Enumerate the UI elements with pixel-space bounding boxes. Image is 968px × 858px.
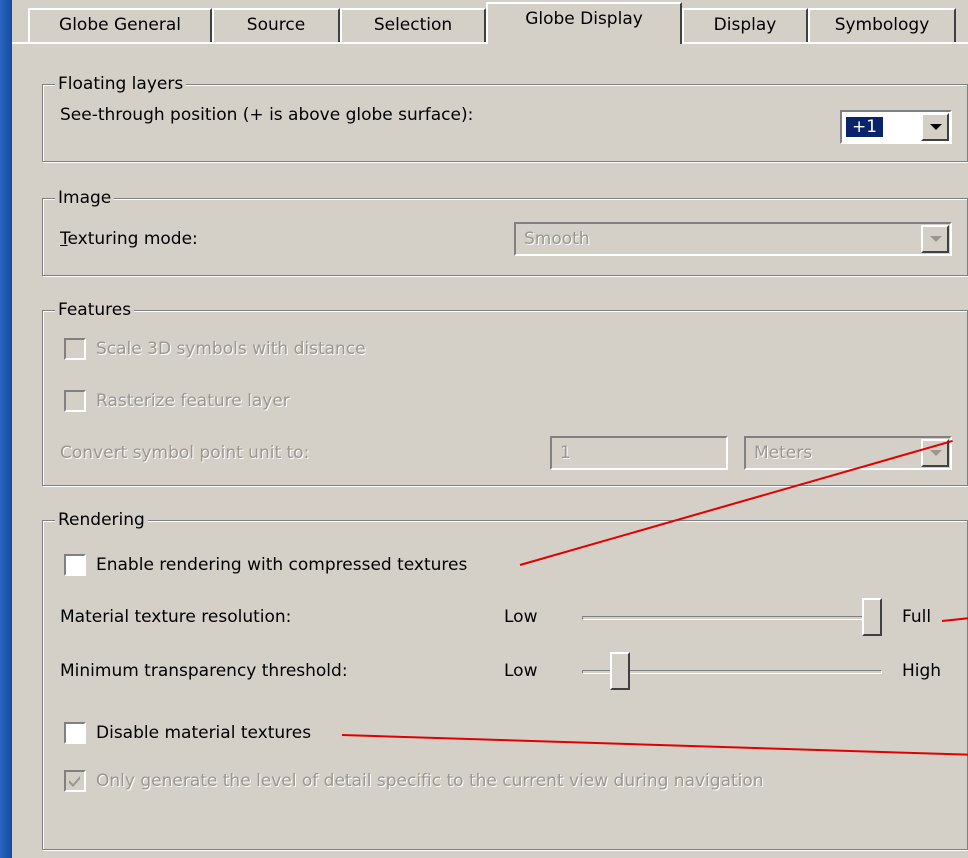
min-transparency-max-label: High bbox=[902, 661, 942, 681]
layer-properties-dialog: Globe General Source Selection Globe Dis… bbox=[12, 0, 968, 858]
compressed-textures-checkbox[interactable] bbox=[64, 554, 86, 576]
tab-selection[interactable]: Selection bbox=[340, 8, 486, 42]
chevron-down-icon bbox=[930, 124, 942, 130]
texturing-mode-value: Smooth bbox=[524, 229, 590, 249]
tab-label: Source bbox=[246, 15, 306, 35]
unit-dropdown[interactable]: Meters bbox=[744, 436, 952, 470]
tab-globe-general[interactable]: Globe General bbox=[28, 8, 212, 42]
compressed-textures-label[interactable]: Enable rendering with compressed texture… bbox=[96, 554, 467, 576]
see-through-value: +1 bbox=[846, 117, 884, 137]
material-resolution-max-label: Full bbox=[902, 607, 932, 627]
texturing-mode-label: Texturing mode: bbox=[60, 229, 198, 249]
image-legend: Image bbox=[55, 187, 115, 209]
unit-value: Meters bbox=[754, 443, 813, 463]
tab-globe-display[interactable]: Globe Display bbox=[486, 2, 682, 44]
tab-symbology[interactable]: Symbology bbox=[808, 8, 956, 42]
scale-3d-checkbox[interactable] bbox=[64, 338, 86, 360]
features-legend: Features bbox=[55, 299, 135, 321]
convert-value-input[interactable]: 1 bbox=[550, 436, 728, 470]
tab-label: Globe Display bbox=[525, 9, 643, 29]
texturing-mode-dropdown[interactable]: Smooth bbox=[514, 222, 952, 256]
convert-unit-label: Convert symbol point unit to: bbox=[60, 443, 310, 463]
rendering-legend: Rendering bbox=[55, 509, 148, 531]
disable-material-textures-checkbox[interactable] bbox=[64, 722, 86, 744]
chevron-down-icon bbox=[930, 236, 942, 242]
tab-label: Selection bbox=[373, 15, 453, 35]
rasterize-checkbox[interactable] bbox=[64, 390, 86, 412]
disable-material-textures-label[interactable]: Disable material textures bbox=[96, 722, 311, 744]
min-transparency-min-label: Low bbox=[504, 661, 538, 681]
material-resolution-label: Material texture resolution: bbox=[60, 607, 292, 627]
see-through-label: See-through position (+ is above globe s… bbox=[60, 105, 474, 125]
tab-label: Symbology bbox=[834, 15, 930, 35]
min-transparency-slider-thumb[interactable] bbox=[610, 652, 630, 690]
tab-display[interactable]: Display bbox=[682, 8, 808, 42]
see-through-dropdown[interactable]: +1 bbox=[840, 110, 952, 144]
tab-label: Display bbox=[713, 15, 777, 35]
see-through-dropdown-button[interactable] bbox=[921, 113, 949, 141]
texturing-mode-dropdown-button[interactable] bbox=[921, 225, 949, 253]
chevron-down-icon bbox=[930, 450, 942, 456]
tab-source[interactable]: Source bbox=[212, 8, 340, 42]
material-resolution-min-label: Low bbox=[504, 607, 538, 627]
floating-layers-legend: Floating layers bbox=[55, 73, 187, 95]
lod-checkbox[interactable] bbox=[64, 770, 86, 792]
material-resolution-slider-thumb[interactable] bbox=[862, 598, 882, 636]
rasterize-label: Rasterize feature layer bbox=[96, 391, 290, 411]
material-resolution-track[interactable] bbox=[582, 616, 882, 620]
lod-label: Only generate the level of detail specif… bbox=[96, 771, 764, 791]
convert-value: 1 bbox=[560, 443, 571, 463]
checkmark-icon bbox=[69, 776, 80, 787]
scale-3d-label: Scale 3D symbols with distance bbox=[96, 339, 366, 359]
texturing-mode-label-rest: exturing mode: bbox=[67, 229, 198, 249]
tab-label: Globe General bbox=[59, 15, 181, 35]
min-transparency-label: Minimum transparency threshold: bbox=[60, 661, 348, 681]
